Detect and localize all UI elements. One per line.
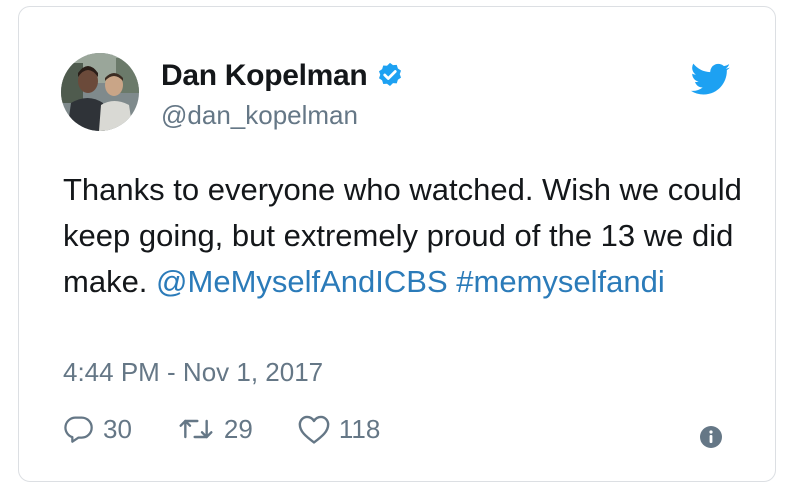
retweet-count: 29 xyxy=(223,413,253,444)
retweet-button[interactable]: 29 xyxy=(176,413,253,445)
reply-icon xyxy=(63,413,95,445)
reply-count: 30 xyxy=(103,413,132,444)
author-handle[interactable]: @dan_kopelman xyxy=(161,100,358,131)
info-icon[interactable] xyxy=(699,425,723,449)
like-button[interactable]: 118 xyxy=(297,413,380,445)
display-name[interactable]: Dan Kopelman xyxy=(161,59,368,93)
avatar[interactable] xyxy=(61,53,139,131)
tweet-card: Dan Kopelman @dan_kopelman Thanks to eve… xyxy=(18,6,776,482)
retweet-icon xyxy=(176,413,216,445)
tweet-actions: 30 29 118 xyxy=(63,413,424,445)
author-name-row[interactable]: Dan Kopelman xyxy=(161,59,405,93)
twitter-bird-icon[interactable] xyxy=(691,63,731,97)
hashtag-link[interactable]: #memyselfandi xyxy=(456,264,664,299)
heart-icon xyxy=(297,413,331,445)
like-count: 118 xyxy=(338,413,381,444)
mention-link[interactable]: @MeMyselfAndICBS xyxy=(156,264,448,299)
tweet-timestamp[interactable]: 4:44 PM - Nov 1, 2017 xyxy=(63,357,323,388)
reply-button[interactable]: 30 xyxy=(63,413,132,445)
tweet-text: Thanks to everyone who watched. Wish we … xyxy=(63,167,743,305)
verified-badge-icon xyxy=(375,61,405,91)
